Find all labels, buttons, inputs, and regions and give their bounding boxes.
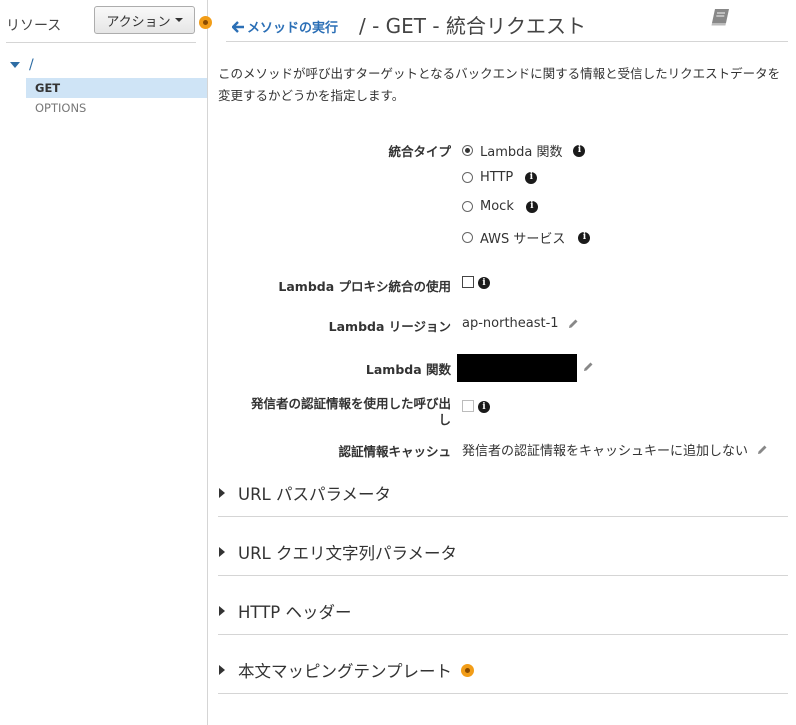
- section-divider: [218, 516, 788, 517]
- expand-triangle-icon[interactable]: [10, 62, 20, 68]
- caller-credentials-label-line1: 発信者の認証情報を使用した呼び出: [250, 396, 451, 411]
- actions-dropdown-button[interactable]: アクション: [94, 6, 195, 34]
- lambda-region-value: ap-northeast-1: [462, 316, 579, 331]
- back-link-label: メソッドの実行: [247, 21, 339, 36]
- lambda-region-label: Lambda リージョン: [328, 319, 451, 334]
- resource-path: /: [29, 57, 34, 73]
- lambda-proxy-label: Lambda プロキシ統合の使用: [278, 279, 451, 294]
- section-body-mapping-templates[interactable]: 本文マッピングテンプレート: [218, 653, 788, 687]
- radio-label: AWS サービス: [480, 232, 566, 247]
- lambda-function-label: Lambda 関数: [365, 362, 451, 377]
- caller-credentials-label-line2: し: [438, 412, 451, 427]
- header-divider: [226, 41, 788, 42]
- info-icon[interactable]: i: [578, 231, 591, 244]
- redacted-function-name: [457, 354, 577, 382]
- info-icon[interactable]: i: [525, 171, 538, 184]
- resources-sidebar: リソース アクション / GET OPTIONS: [0, 0, 208, 725]
- section-divider: [218, 693, 788, 694]
- section-title: URL パスパラメータ: [238, 485, 391, 504]
- cache-text: 発信者の認証情報をキャッシュキーに追加しない: [462, 444, 749, 459]
- book-icon[interactable]: [710, 7, 732, 27]
- pencil-edit-icon[interactable]: [756, 444, 768, 456]
- radio-label: Lambda 関数: [480, 145, 563, 160]
- credentials-cache-value: 発信者の認証情報をキャッシュキーに追加しない: [462, 440, 768, 459]
- arrow-left-icon: [232, 20, 244, 33]
- credentials-cache-label: 認証情報キャッシュ: [338, 444, 451, 459]
- page-title: / - GET - 統合リクエスト: [359, 14, 586, 38]
- section-title: HTTP ヘッダー: [238, 603, 352, 622]
- info-icon[interactable]: i: [478, 401, 490, 413]
- method-item-get[interactable]: GET: [26, 78, 207, 98]
- back-to-method-execution-link[interactable]: メソッドの実行: [232, 17, 338, 36]
- radio-option-aws-service[interactable]: AWS サービス i: [462, 228, 591, 247]
- integration-type-label: 統合タイプ: [388, 144, 451, 159]
- section-title: 本文マッピングテンプレート: [238, 662, 453, 681]
- caller-credentials-checkbox[interactable]: [462, 400, 474, 412]
- caret-down-icon: [174, 18, 183, 22]
- expand-triangle-icon: [219, 488, 225, 498]
- actions-button-label: アクション: [106, 14, 171, 30]
- radio-option-lambda[interactable]: Lambda 関数 i: [462, 141, 586, 160]
- pencil-edit-icon[interactable]: [582, 361, 594, 373]
- lambda-proxy-checkbox[interactable]: [462, 276, 474, 288]
- resource-tree-root[interactable]: /: [10, 57, 34, 73]
- expand-triangle-icon: [219, 606, 225, 616]
- info-icon[interactable]: i: [478, 277, 490, 289]
- region-text: ap-northeast-1: [462, 316, 559, 331]
- info-icon[interactable]: i: [573, 144, 586, 157]
- section-http-headers[interactable]: HTTP ヘッダー: [218, 594, 788, 628]
- radio-button[interactable]: [462, 172, 473, 183]
- expand-triangle-icon: [219, 665, 225, 675]
- section-url-query-string-parameters[interactable]: URL クエリ文字列パラメータ: [218, 535, 788, 569]
- radio-option-mock[interactable]: Mock i: [462, 199, 538, 214]
- resources-heading: リソース: [6, 18, 62, 34]
- radio-label: Mock: [480, 199, 514, 214]
- radio-button-checked[interactable]: [462, 145, 473, 156]
- radio-button[interactable]: [462, 232, 473, 243]
- pencil-edit-icon[interactable]: [567, 318, 579, 330]
- caller-credentials-label: 発信者の認証情報を使用した呼び出 し: [251, 396, 451, 428]
- status-indicator-icon: [461, 663, 475, 677]
- method-item-options[interactable]: OPTIONS: [26, 98, 207, 118]
- sidebar-divider: [6, 42, 196, 43]
- expand-triangle-icon: [219, 547, 225, 557]
- section-url-path-parameters[interactable]: URL パスパラメータ: [218, 476, 788, 510]
- section-title: URL クエリ文字列パラメータ: [238, 544, 457, 563]
- page-description: このメソッドが呼び出すターゲットとなるバックエンドに関する情報と受信したリクエス…: [218, 66, 781, 103]
- radio-option-http[interactable]: HTTP i: [462, 170, 538, 185]
- section-divider: [218, 575, 788, 576]
- info-icon[interactable]: i: [525, 200, 538, 213]
- radio-label: HTTP: [480, 170, 514, 185]
- status-indicator-icon: [199, 16, 212, 29]
- section-divider: [218, 634, 788, 635]
- radio-button[interactable]: [462, 201, 473, 212]
